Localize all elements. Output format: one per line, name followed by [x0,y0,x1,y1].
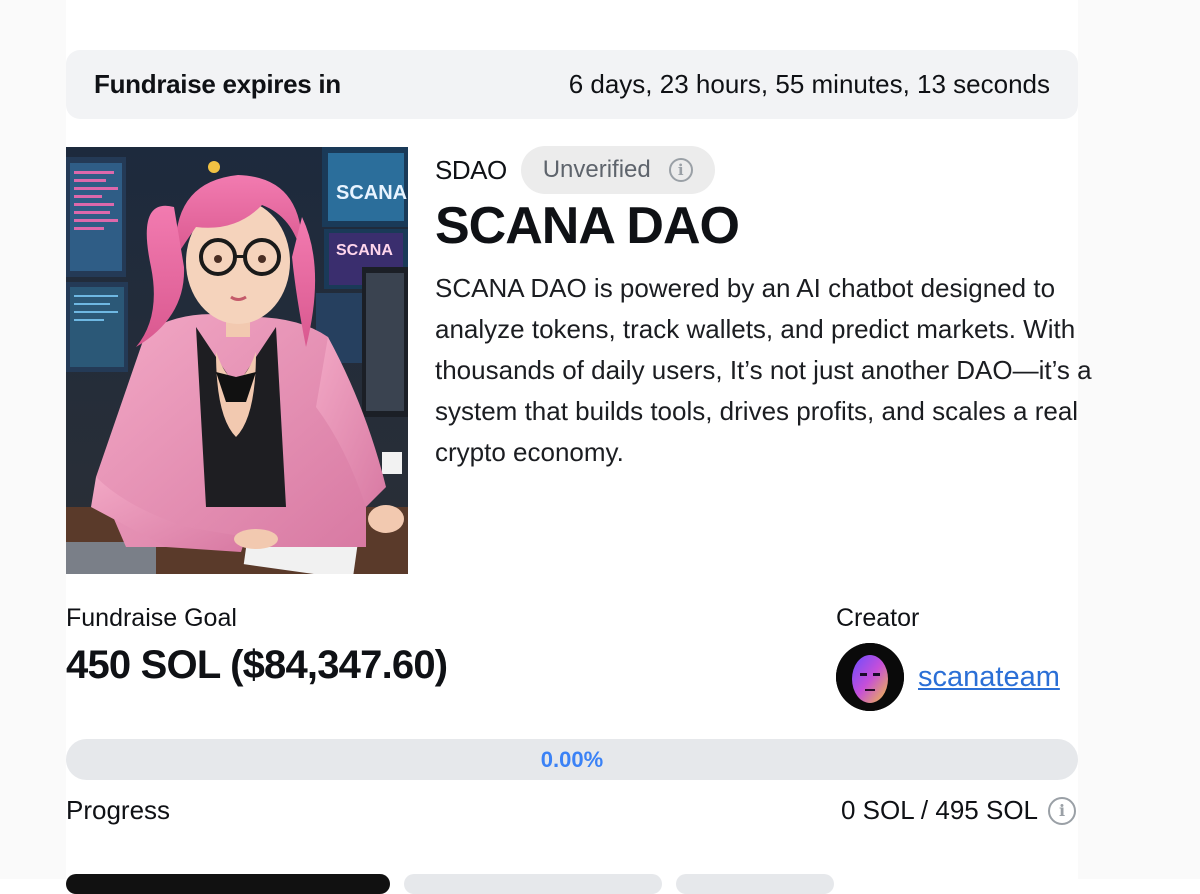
progress-bar: 0.00% [66,739,1078,780]
progress-info-icon[interactable]: i [1048,796,1076,825]
progress-amount-text: 0 SOL / 495 SOL [840,795,1038,825]
progress-amounts: 0 SOL / 495 SOL i [841,795,1076,826]
creator-label: Creator [836,604,920,632]
verification-badge[interactable]: Unverified i [520,146,715,194]
project-ticker: SDAO [435,154,507,185]
fundraise-goal-label: Fundraise Goal [66,604,237,632]
progress-percent: 0.00% [540,747,604,772]
image-screen-text-2: SCANA [336,242,393,259]
info-icon[interactable]: i [668,158,693,182]
tab-active[interactable] [66,874,390,894]
progress-label: Progress [66,795,171,825]
expiry-label: Fundraise expires in [94,69,341,99]
expiry-countdown: 6 days, 23 hours, 55 minutes, 13 seconds [568,69,1050,99]
expiry-banner: Fundraise expires in 6 days, 23 hours, 5… [66,50,1078,119]
creator-row: scanateam [836,643,1060,711]
project-name: SCANA DAO [435,197,740,255]
image-screen-text-1: SCANA [336,182,407,204]
tab-2[interactable] [404,874,662,894]
project-description: SCANA DAO is powered by an AI chatbot de… [435,273,1092,467]
verification-status: Unverified [542,156,651,183]
tab-3[interactable] [676,874,834,894]
project-image: SCANA SCANA [66,147,408,574]
ticker-row: SDAO Unverified i [435,146,715,194]
avatar[interactable] [836,643,904,711]
creator-username-link[interactable]: scanateam [918,661,1060,694]
fundraise-goal-value: 450 SOL ($84,347.60) [66,643,448,687]
